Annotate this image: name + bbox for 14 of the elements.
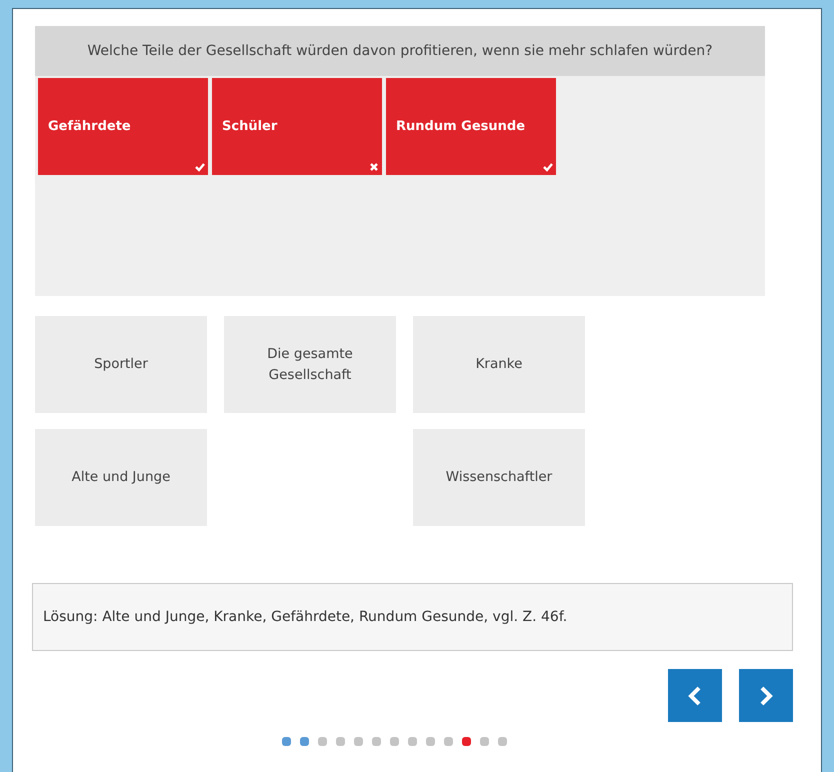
- option-tile[interactable]: Wissenschaftler: [413, 429, 585, 526]
- option-tile[interactable]: Alte und Junge: [35, 429, 207, 526]
- answer-tile[interactable]: Rundum Gesunde: [386, 78, 556, 175]
- answer-tile[interactable]: Gefährdete: [38, 78, 208, 175]
- previous-button[interactable]: [668, 669, 722, 722]
- question-text: Welche Teile der Gesellschaft würden davon profitieren, wenn sie mehr schlafen würden?: [35, 26, 765, 76]
- chevron-left-icon: [687, 684, 703, 706]
- answer-tile[interactable]: Schüler: [212, 78, 382, 175]
- next-button[interactable]: [739, 669, 793, 722]
- solution-text: Lösung: Alte und Junge, Kranke, Gefährdete, Rundum Gesunde, vgl. Z. 46f.: [32, 583, 793, 651]
- option-tile[interactable]: Die gesamte Gesellschaft: [224, 316, 396, 413]
- option-tile[interactable]: Sportler: [35, 316, 207, 413]
- option-tile[interactable]: Kranke: [413, 316, 585, 413]
- chevron-right-icon: [758, 684, 774, 706]
